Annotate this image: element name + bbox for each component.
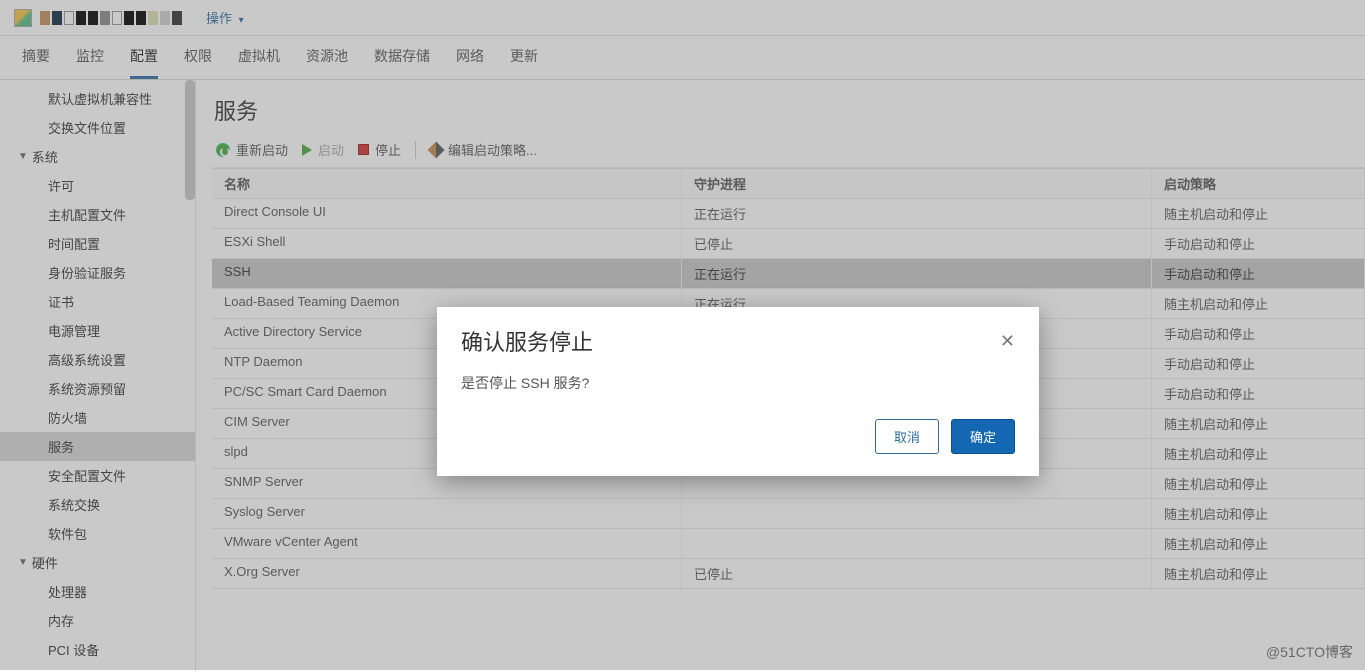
watermark: @51CTO博客 (1266, 642, 1353, 662)
cancel-button[interactable]: 取消 (875, 419, 939, 454)
dialog-message: 是否停止 SSH 服务? (437, 367, 1039, 413)
close-icon[interactable]: ✕ (1000, 331, 1015, 352)
ok-button[interactable]: 确定 (951, 419, 1015, 454)
dialog-title: 确认服务停止 (461, 325, 593, 357)
confirm-stop-dialog: 确认服务停止 ✕ 是否停止 SSH 服务? 取消 确定 (437, 307, 1039, 476)
